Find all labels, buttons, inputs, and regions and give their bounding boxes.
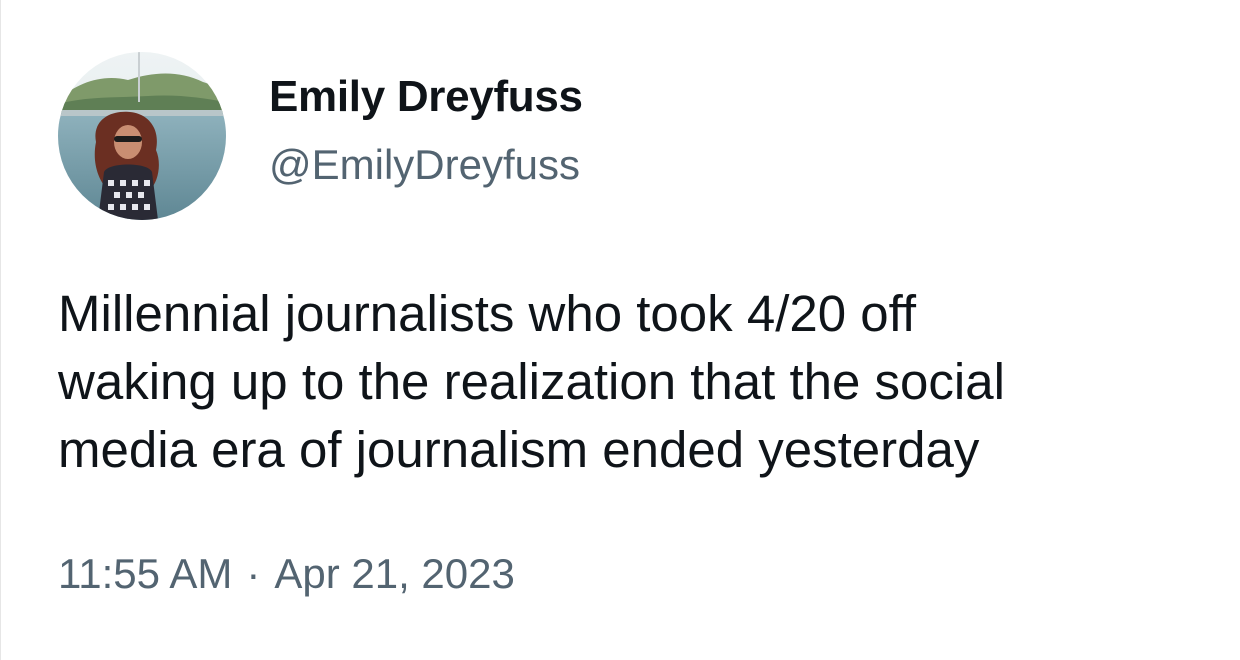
tweet-timestamp: 11:55 AM · Apr 21, 2023: [58, 548, 515, 600]
tweet-time-link[interactable]: 11:55 AM: [58, 550, 232, 597]
tweet-card: Emily Dreyfuss @EmilyDreyfuss Millennial…: [0, 0, 1240, 660]
tweet-text: Millennial journalists who took 4/20 off…: [58, 280, 1228, 484]
author-display-name[interactable]: Emily Dreyfuss: [269, 72, 583, 122]
tweet-text-line: Millennial journalists who took 4/20 off: [58, 285, 917, 342]
timestamp-separator: ·: [246, 550, 261, 597]
profile-photo-icon: [58, 52, 226, 220]
tweet-text-line: waking up to the realization that the so…: [58, 353, 1005, 410]
tweet-date-link[interactable]: Apr 21, 2023: [274, 550, 515, 597]
author-handle[interactable]: @EmilyDreyfuss: [269, 140, 580, 190]
avatar[interactable]: [58, 52, 226, 220]
tweet-text-line: media era of journalism ended yesterday: [58, 421, 980, 478]
